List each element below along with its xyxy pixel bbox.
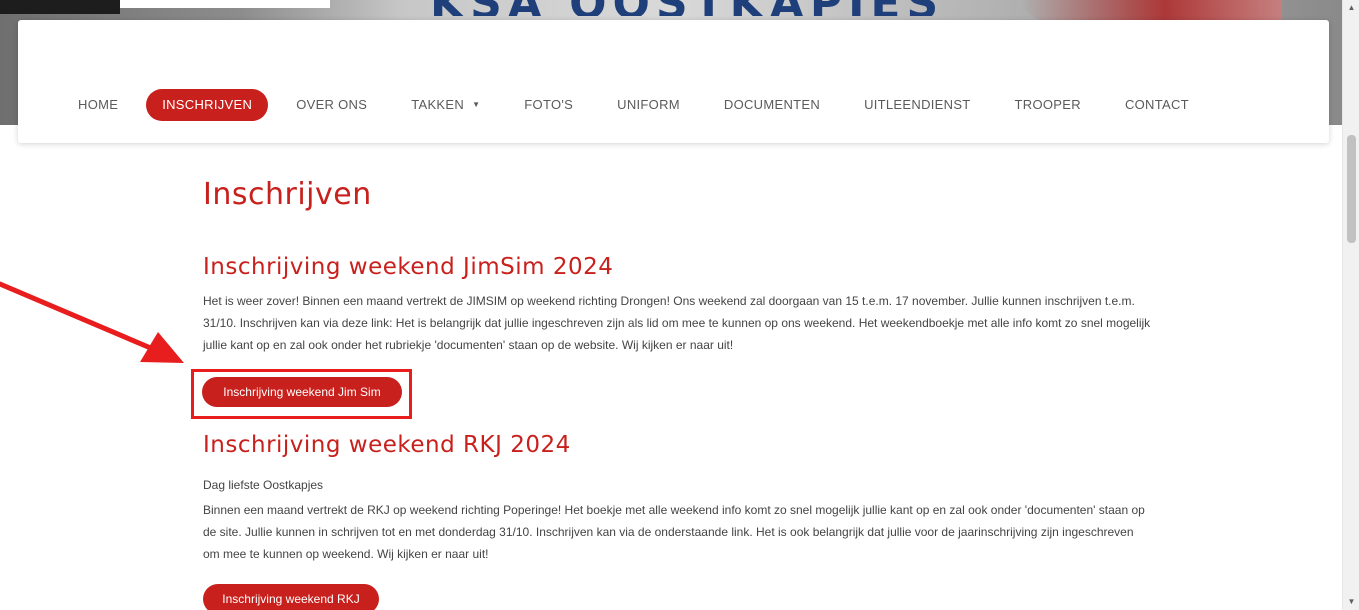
nav-item-label: TROOPER: [1014, 97, 1081, 112]
nav-item-label: INSCHRIJVEN: [162, 97, 253, 112]
vertical-scrollbar[interactable]: ▲ ▼: [1342, 0, 1359, 610]
section-title-jimsim: Inschrijving weekend JimSim 2024: [203, 254, 614, 280]
nav-item-contact[interactable]: CONTACT: [1103, 89, 1211, 121]
nav-item-label: TAKKEN: [411, 97, 465, 112]
page: KSA OOSTKAPJES HOME INSCHRIJVEN OVER ONS…: [0, 0, 1359, 610]
register-jimsim-button[interactable]: Inschrijving weekend Jim Sim: [202, 377, 402, 407]
brand-logo-text: KSA OOSTKAPJES: [430, 0, 944, 16]
nav-item-home[interactable]: HOME: [56, 89, 140, 121]
register-rkj-button[interactable]: Inschrijving weekend RKJ: [203, 584, 379, 610]
nav-item-label: UITLEENDIENST: [864, 97, 971, 112]
annotation-arrow-icon: [0, 281, 184, 363]
scroll-up-icon[interactable]: ▲: [1343, 0, 1359, 16]
nav-item-trooper[interactable]: TROOPER: [993, 89, 1103, 121]
scrollbar-thumb[interactable]: [1347, 135, 1356, 243]
nav-item-label: OVER ONS: [296, 97, 368, 112]
nav-item-over-ons[interactable]: OVER ONS: [274, 89, 389, 121]
nav-card: HOME INSCHRIJVEN OVER ONS TAKKEN ▼ FOTO'S…: [18, 20, 1329, 143]
page-title: Inschrijven: [203, 177, 372, 212]
nav-item-label: HOME: [78, 97, 119, 112]
hero-left-caption: [120, 0, 330, 8]
chevron-down-icon: ▼: [472, 100, 481, 109]
section-body-jimsim: Het is weer zover! Binnen een maand vert…: [203, 294, 1151, 352]
nav-item-documenten[interactable]: DOCUMENTEN: [702, 89, 842, 121]
scroll-down-icon[interactable]: ▼: [1343, 594, 1359, 610]
hero-left-block: [0, 0, 120, 14]
main-nav: HOME INSCHRIJVEN OVER ONS TAKKEN ▼ FOTO'S…: [18, 89, 1329, 121]
nav-item-label: UNIFORM: [617, 97, 680, 112]
nav-item-fotos[interactable]: FOTO'S: [502, 89, 595, 121]
main-content: Inschrijven Inschrijving weekend JimSim …: [203, 170, 1153, 352]
nav-item-uitleendienst[interactable]: UITLEENDIENST: [842, 89, 992, 121]
nav-item-uniform[interactable]: UNIFORM: [595, 89, 702, 121]
nav-item-takken[interactable]: TAKKEN ▼: [389, 89, 502, 121]
section-body-rkj: Binnen een maand vertrekt de RKJ op week…: [203, 503, 1145, 561]
nav-item-label: DOCUMENTEN: [723, 97, 821, 112]
section-title-rkj: Inschrijving weekend RKJ 2024: [203, 432, 571, 458]
nav-item-label: FOTO'S: [524, 97, 574, 112]
nav-item-inschrijven[interactable]: INSCHRIJVEN: [146, 89, 269, 121]
nav-item-label: CONTACT: [1124, 97, 1189, 112]
section-greeting-rkj: Dag liefste Oostkapjes: [203, 478, 324, 492]
